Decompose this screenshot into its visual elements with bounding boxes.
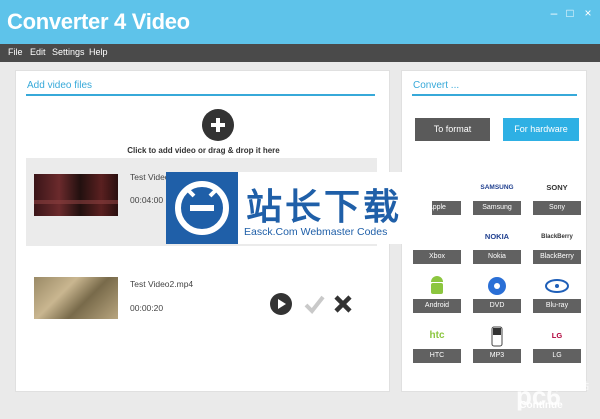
android-icon (431, 276, 443, 294)
dvd-icon (488, 277, 506, 295)
tab-for-hardware[interactable]: For hardware (503, 118, 579, 141)
sony-logo: SONY (546, 183, 568, 192)
video-duration: 00:04:00 (130, 195, 164, 205)
title-bar: Converter 4 Video – □ × (0, 0, 600, 44)
device-sony[interactable]: SONY Sony (533, 175, 581, 217)
check-icon[interactable] (303, 293, 325, 315)
device-label: MP3 (473, 349, 521, 363)
watermark-logo-icon (166, 172, 238, 244)
video-duration: 00:00:20 (130, 303, 164, 313)
watermark-english-text: Easck.Com Webmaster Codes (244, 226, 388, 238)
maximize-button[interactable]: □ (563, 6, 577, 20)
device-label: BlackBerry (533, 250, 581, 264)
close-button[interactable]: × (581, 6, 595, 20)
device-label: Sony (533, 201, 581, 215)
add-video-hint: Click to add video or drag & drop it her… (127, 146, 280, 155)
svg-text:下载站: 下载站 (562, 380, 589, 392)
device-mp3[interactable]: MP3 (473, 323, 521, 365)
video-list-item[interactable]: Test Video2.mp4 00:00:20 (26, 259, 377, 347)
menu-settings[interactable]: Settings (52, 47, 85, 57)
menu-bar: File Edit Settings Help (0, 44, 600, 62)
device-label: Android (413, 299, 461, 313)
device-samsung[interactable]: SAMSUNG Samsung (473, 175, 521, 217)
continue-button[interactable]: Continue (509, 397, 573, 415)
minimize-button[interactable]: – (547, 6, 561, 20)
add-video-title: Add video files (27, 80, 93, 91)
nokia-logo: NOKIA (484, 232, 510, 241)
device-lg[interactable]: LG LG (533, 323, 581, 365)
play-icon[interactable] (270, 293, 292, 315)
device-blackberry[interactable]: BlackBerry BlackBerry (533, 224, 581, 266)
bluray-icon (545, 279, 569, 293)
device-nokia[interactable]: NOKIA Nokia (473, 224, 521, 266)
video-thumbnail (34, 277, 118, 319)
watermark-overlay: 站长下载 Easck.Com Webmaster Codes (166, 172, 432, 244)
menu-edit[interactable]: Edit (30, 47, 46, 57)
section-divider (412, 94, 577, 96)
video-thumbnail (34, 174, 118, 216)
menu-help[interactable]: Help (89, 47, 108, 57)
device-htc[interactable]: htc HTC (413, 323, 461, 365)
mp3-player-icon (491, 326, 503, 347)
htc-logo: htc (429, 330, 445, 341)
device-label: Xbox (413, 250, 461, 264)
convert-title: Convert ... (413, 80, 460, 91)
blackberry-logo: BlackBerry (541, 234, 573, 240)
device-label: Samsung (473, 201, 521, 215)
device-label: Blu-ray (533, 299, 581, 313)
add-video-button[interactable] (202, 109, 234, 141)
device-label: DVD (473, 299, 521, 313)
remove-icon[interactable] (332, 293, 354, 315)
samsung-logo: SAMSUNG (480, 184, 514, 191)
device-label: Nokia (473, 250, 521, 264)
video-name: Test Video2.mp4 (130, 279, 194, 289)
device-bluray[interactable]: Blu-ray (533, 273, 581, 315)
device-label: HTC (413, 349, 461, 363)
watermark-chinese-text: 站长下载 (246, 186, 403, 227)
device-label: LG (533, 349, 581, 363)
device-dvd[interactable]: DVD (473, 273, 521, 315)
section-divider (26, 94, 375, 96)
lg-logo: LG (551, 331, 563, 340)
tab-to-format[interactable]: To format (415, 118, 490, 141)
app-title: Converter 4 Video (7, 9, 190, 34)
device-android[interactable]: Android (413, 273, 461, 315)
menu-file[interactable]: File (8, 47, 23, 57)
